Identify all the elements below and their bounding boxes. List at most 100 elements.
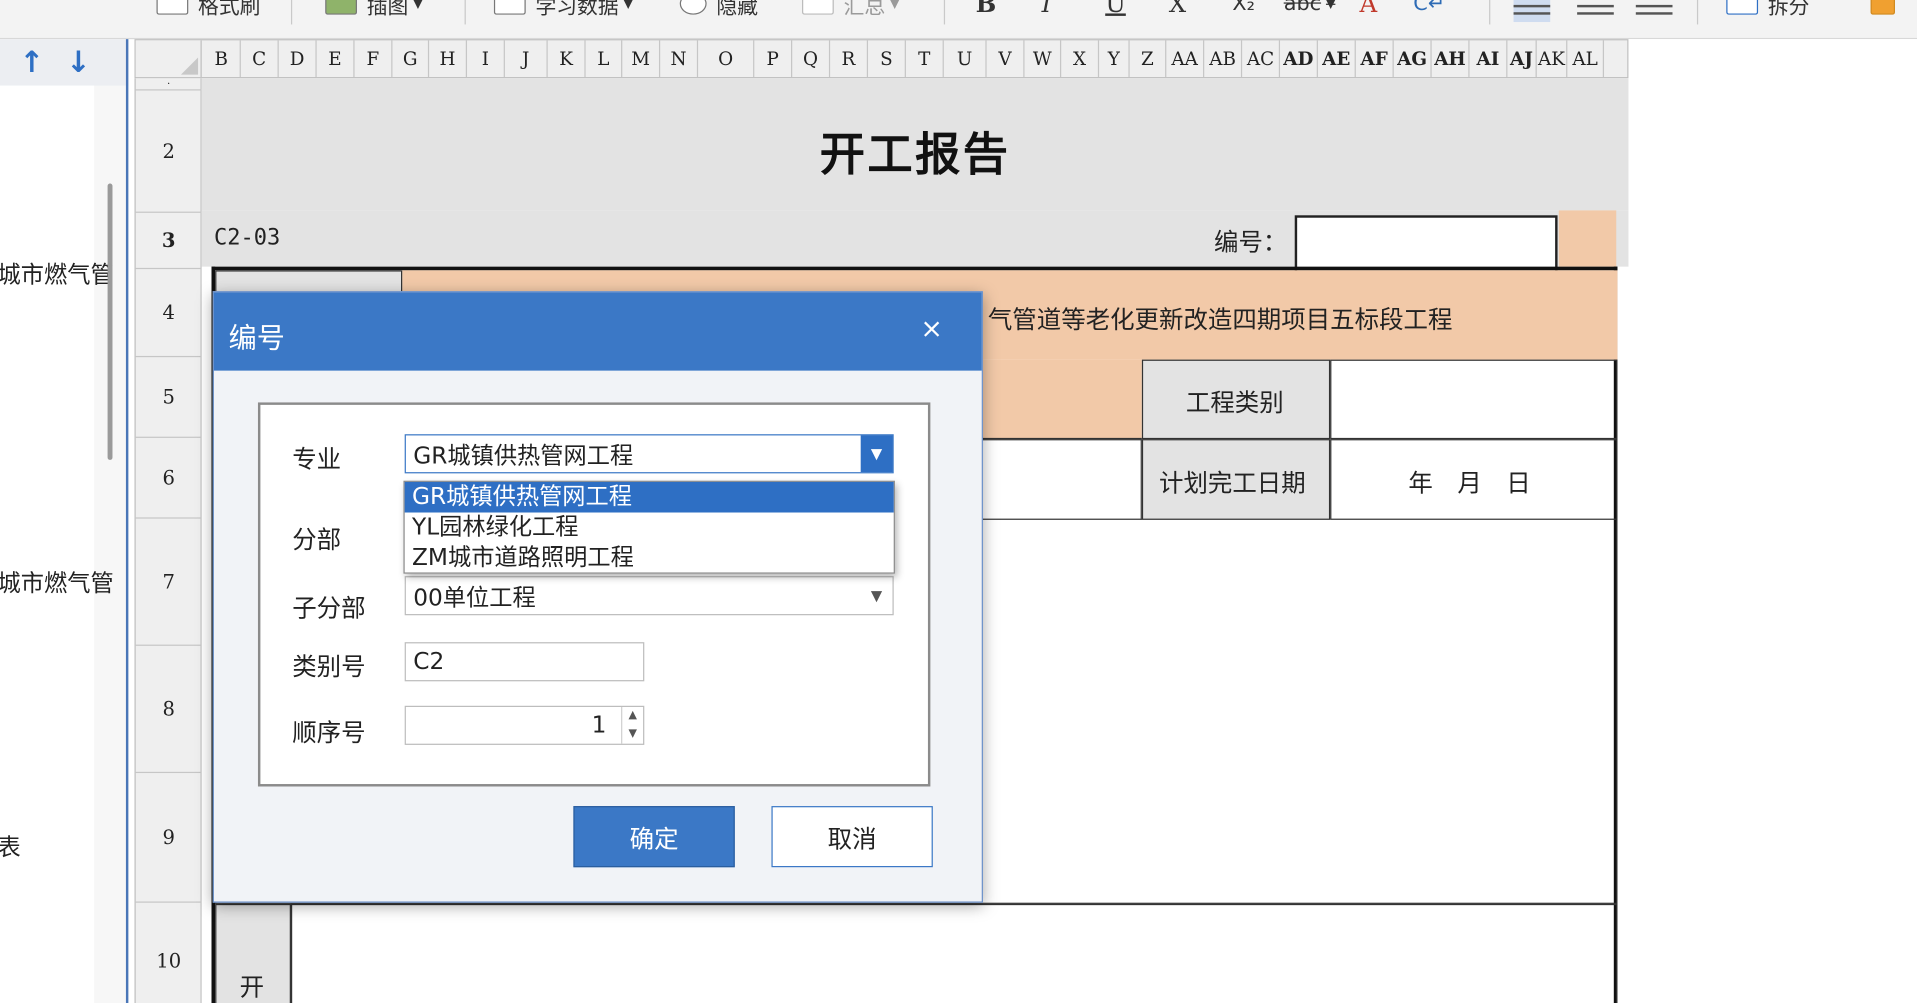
nav-scrollbar[interactable] <box>107 183 113 460</box>
format-painter-button[interactable]: 格式刷 <box>156 0 260 19</box>
row-header-cell[interactable]: 9 <box>135 773 202 903</box>
category-no-input[interactable]: C2 <box>404 642 645 682</box>
nav-tree: 城市燃气管 城市燃气管 表 <box>0 85 114 1003</box>
tree-item[interactable]: 城市燃气管 <box>0 565 114 598</box>
format-painter-icon <box>156 0 189 15</box>
split-button[interactable]: 拆分 <box>1726 0 1809 19</box>
panel-divider[interactable] <box>125 39 129 1003</box>
row-header-cell[interactable]: · <box>135 78 202 91</box>
column-header-cell[interactable]: AB <box>1204 40 1243 78</box>
column-header-cell[interactable]: AJ <box>1507 40 1537 78</box>
column-header-cell[interactable]: AE <box>1318 40 1356 78</box>
column-header-cell[interactable]: G <box>392 40 430 78</box>
tree-item[interactable]: 城市燃气管 <box>0 257 114 290</box>
column-header-cell[interactable]: AH <box>1432 40 1470 78</box>
strikethrough-button[interactable]: abc ▼ <box>1284 0 1336 17</box>
column-header-cell[interactable]: E <box>317 40 355 78</box>
column-header-cell[interactable]: O <box>698 40 755 78</box>
row-header-cell[interactable]: 4 <box>135 269 202 358</box>
row-header-cell[interactable]: 2 <box>135 91 202 213</box>
arrow-up-icon[interactable]: ↑ <box>20 45 45 79</box>
column-header-cell[interactable]: AA <box>1166 40 1205 78</box>
column-header-cell[interactable]: V <box>987 40 1025 78</box>
chevron-down-icon[interactable]: ▼ <box>860 435 893 473</box>
row-header-cell[interactable]: 5 <box>135 357 202 438</box>
column-header-cell[interactable]: S <box>868 40 906 78</box>
cancel-button[interactable]: 取消 <box>771 806 933 868</box>
column-header-cell[interactable]: H <box>429 40 468 78</box>
column-header-cell[interactable]: Q <box>792 40 831 78</box>
column-header-cell[interactable]: L <box>586 40 623 78</box>
column-header-cell[interactable]: AF <box>1356 40 1394 78</box>
column-header-cell[interactable]: W <box>1025 40 1062 78</box>
date-placeholder: 年 月 日 <box>1408 468 1531 498</box>
toolbar-separator <box>290 0 293 25</box>
report-title[interactable]: 开工报告 <box>202 117 1629 183</box>
hide-button[interactable]: 隐藏 <box>679 0 758 19</box>
dropdown-option[interactable]: ZM城市道路照明工程 <box>405 543 894 574</box>
column-header-cell[interactable]: F <box>355 40 393 78</box>
column-header-cell[interactable]: M <box>622 40 661 78</box>
font-color-button[interactable]: A <box>1360 0 1378 18</box>
column-header-cell[interactable]: K <box>548 40 586 78</box>
ok-button[interactable]: 确定 <box>573 806 735 868</box>
row-header-cell[interactable]: 6 <box>135 438 202 519</box>
column-header-cell[interactable]: C <box>241 40 279 78</box>
row-header-cell[interactable]: 3 <box>135 213 202 270</box>
column-header-cell[interactable]: Z <box>1130 40 1167 78</box>
column-header-cell[interactable]: P <box>754 40 793 78</box>
dropdown-option[interactable]: GR城镇供热管网工程 <box>404 481 894 513</box>
unit-cell[interactable] <box>973 359 1142 440</box>
close-icon[interactable]: × <box>916 314 948 346</box>
column-header-cell[interactable]: AG <box>1394 40 1432 78</box>
italic-button[interactable]: I <box>1042 0 1052 18</box>
row-header-cell[interactable]: 10 <box>136 903 202 1003</box>
column-header-cell[interactable]: J <box>505 40 548 78</box>
align-center-button[interactable] <box>1577 0 1614 22</box>
sequence-no-stepper[interactable]: 1 ▲ ▼ <box>404 705 645 745</box>
column-header-cell[interactable]: Y <box>1099 40 1130 78</box>
column-header-cell[interactable]: I <box>467 40 505 78</box>
subdivision-value: 00单位工程 <box>413 584 536 611</box>
column-header-cell[interactable]: AI <box>1470 40 1508 78</box>
start-date-cell[interactable] <box>973 439 1142 520</box>
align-right-button[interactable] <box>1635 0 1673 22</box>
chevron-down-icon[interactable]: ▼ <box>861 577 893 614</box>
more-button[interactable] <box>1870 0 1905 17</box>
learn-data-button[interactable]: 学习数据 ▼ <box>493 0 633 19</box>
project-type-cell[interactable] <box>1330 359 1618 440</box>
summary-button[interactable]: 汇总 ▼ <box>802 0 899 19</box>
form-code[interactable]: C2-03 <box>214 225 280 251</box>
column-header-cell[interactable]: AK <box>1537 40 1568 78</box>
column-header-cell[interactable]: D <box>279 40 317 78</box>
arrow-down-icon[interactable]: ↓ <box>66 45 91 79</box>
dropdown-option[interactable]: YL园林绿化工程 <box>405 513 894 544</box>
wrap-text-button[interactable]: C↵ <box>1413 0 1445 17</box>
select-all-corner[interactable] <box>135 40 202 78</box>
tree-item[interactable]: 表 <box>0 829 21 862</box>
column-header-cell[interactable]: AC <box>1242 40 1281 78</box>
specialty-select[interactable]: GR城镇供热管网工程 ▼ <box>404 434 894 474</box>
spin-down-icon[interactable]: ▼ <box>622 725 643 743</box>
insert-image-button[interactable]: 插图 ▼ <box>325 0 423 19</box>
row-header-cell[interactable]: 8 <box>135 646 202 774</box>
row-header-cell[interactable]: 7 <box>135 519 202 646</box>
column-header-cell[interactable]: B <box>203 40 241 78</box>
spin-up-icon[interactable]: ▲ <box>622 707 643 725</box>
subscript-button[interactable]: X₂ <box>1232 0 1255 17</box>
start-content-cell[interactable] <box>290 903 1618 1003</box>
column-header-cell[interactable]: AD <box>1280 40 1318 78</box>
spinner[interactable]: ▲ ▼ <box>621 706 643 744</box>
column-header-cell[interactable]: AL <box>1567 40 1605 78</box>
column-header-cell[interactable]: T <box>906 40 944 78</box>
column-header-cell[interactable]: X <box>1061 40 1100 78</box>
align-left-button[interactable] <box>1513 0 1551 23</box>
column-header-cell[interactable]: N <box>660 40 699 78</box>
bold-button[interactable]: B <box>976 0 997 18</box>
underline-button[interactable]: U <box>1105 0 1126 18</box>
column-header-cell[interactable]: R <box>830 40 869 78</box>
dialog-titlebar[interactable]: 编号 × <box>213 292 982 371</box>
subdivision-select[interactable]: 00单位工程 ▼ <box>404 576 894 616</box>
clear-format-button[interactable]: X <box>1169 0 1186 18</box>
column-header-cell[interactable]: U <box>944 40 987 78</box>
